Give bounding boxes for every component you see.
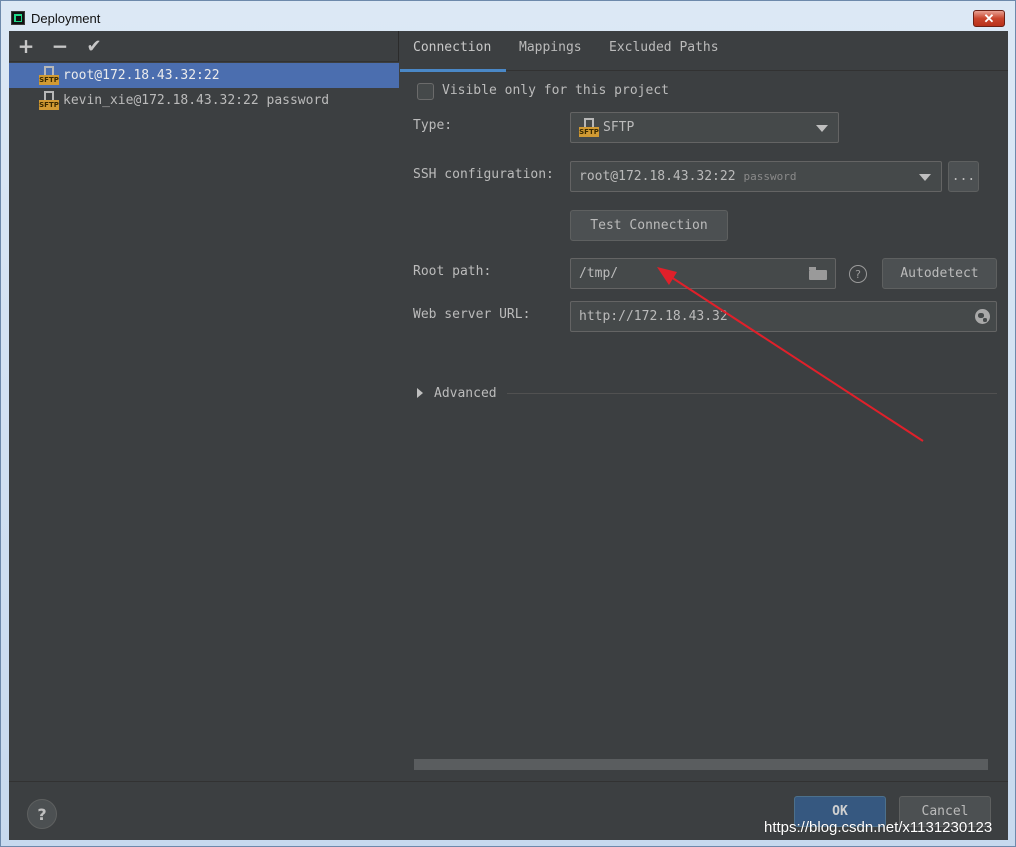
deployment-window: Deployment ✕ + − ✔ SFTP root@172.18.43.3… — [0, 0, 1016, 847]
tab-excluded-paths[interactable]: Excluded Paths — [609, 31, 719, 71]
web-server-url-label: Web server URL: — [413, 307, 531, 322]
watermark-text: https://blog.csdn.net/x1131230123 — [764, 819, 993, 836]
settings-tabs: Connection Mappings Excluded Paths — [400, 31, 1008, 72]
tab-mappings[interactable]: Mappings — [519, 31, 582, 71]
server-item-label: root@172.18.43.32:22 — [63, 68, 220, 83]
server-toolbar: + − ✔ — [9, 31, 399, 61]
server-item-label: kevin_xie@172.18.43.32:22 password — [63, 93, 330, 108]
sftp-icon: SFTP — [39, 65, 59, 86]
ssh-auth-hint: password — [743, 170, 797, 183]
section-divider — [506, 392, 997, 394]
advanced-label: Advanced — [434, 385, 497, 401]
web-server-url-field[interactable]: http://172.18.43.32 — [570, 301, 997, 332]
server-item-root[interactable]: SFTP root@172.18.43.32:22 — [9, 63, 399, 88]
root-path-field[interactable]: /tmp/ — [570, 258, 836, 289]
help-button[interactable]: ? — [27, 799, 57, 829]
visible-only-label: Visible only for this project — [442, 83, 669, 98]
window-close-button[interactable]: ✕ — [973, 10, 1005, 27]
chevron-down-icon — [919, 174, 931, 181]
web-server-url-value: http://172.18.43.32 — [579, 309, 728, 324]
ssh-configurations-more-button[interactable]: ... — [948, 161, 979, 192]
root-path-label: Root path: — [413, 264, 492, 279]
add-server-button[interactable]: + — [15, 34, 37, 58]
sftp-icon: SFTP — [579, 117, 599, 138]
autodetect-button[interactable]: Autodetect — [882, 258, 997, 289]
ssh-configuration-value: root@172.18.43.32:22 — [579, 169, 736, 184]
set-default-button[interactable]: ✔ — [83, 35, 105, 57]
tab-connection[interactable]: Connection — [400, 31, 506, 72]
title-bar: Deployment ✕ — [1, 1, 1015, 31]
server-item-kevin-xie[interactable]: SFTP kevin_xie@172.18.43.32:22 password — [9, 88, 399, 113]
type-label: Type: — [413, 118, 453, 133]
type-select[interactable]: SFTP SFTP — [570, 112, 839, 143]
type-value: SFTP — [603, 120, 635, 135]
horizontal-scrollbar[interactable] — [414, 759, 988, 770]
pycharm-app-icon — [11, 11, 25, 25]
globe-icon[interactable] — [975, 309, 990, 324]
remove-server-button[interactable]: − — [49, 34, 71, 58]
window-title: Deployment — [31, 11, 101, 26]
folder-icon[interactable] — [809, 267, 827, 280]
advanced-section-toggle[interactable]: Advanced — [417, 383, 997, 403]
sftp-icon: SFTP — [39, 90, 59, 111]
server-list: SFTP root@172.18.43.32:22 SFTP kevin_xie… — [9, 61, 399, 781]
dialog-content: + − ✔ SFTP root@172.18.43.32:22 SFTP kev… — [9, 31, 1008, 840]
server-list-panel: + − ✔ SFTP root@172.18.43.32:22 SFTP kev… — [9, 31, 399, 781]
server-settings-panel: Connection Mappings Excluded Paths Visib… — [400, 31, 1008, 781]
ssh-configuration-label: SSH configuration: — [413, 167, 554, 182]
chevron-down-icon — [816, 125, 828, 132]
chevron-right-icon — [417, 388, 423, 398]
root-path-value: /tmp/ — [579, 266, 619, 281]
test-connection-button[interactable]: Test Connection — [570, 210, 728, 241]
visible-only-checkbox[interactable] — [417, 83, 434, 100]
root-path-help-icon[interactable]: ? — [849, 265, 867, 283]
ssh-configuration-select[interactable]: root@172.18.43.32:22 password — [570, 161, 942, 192]
